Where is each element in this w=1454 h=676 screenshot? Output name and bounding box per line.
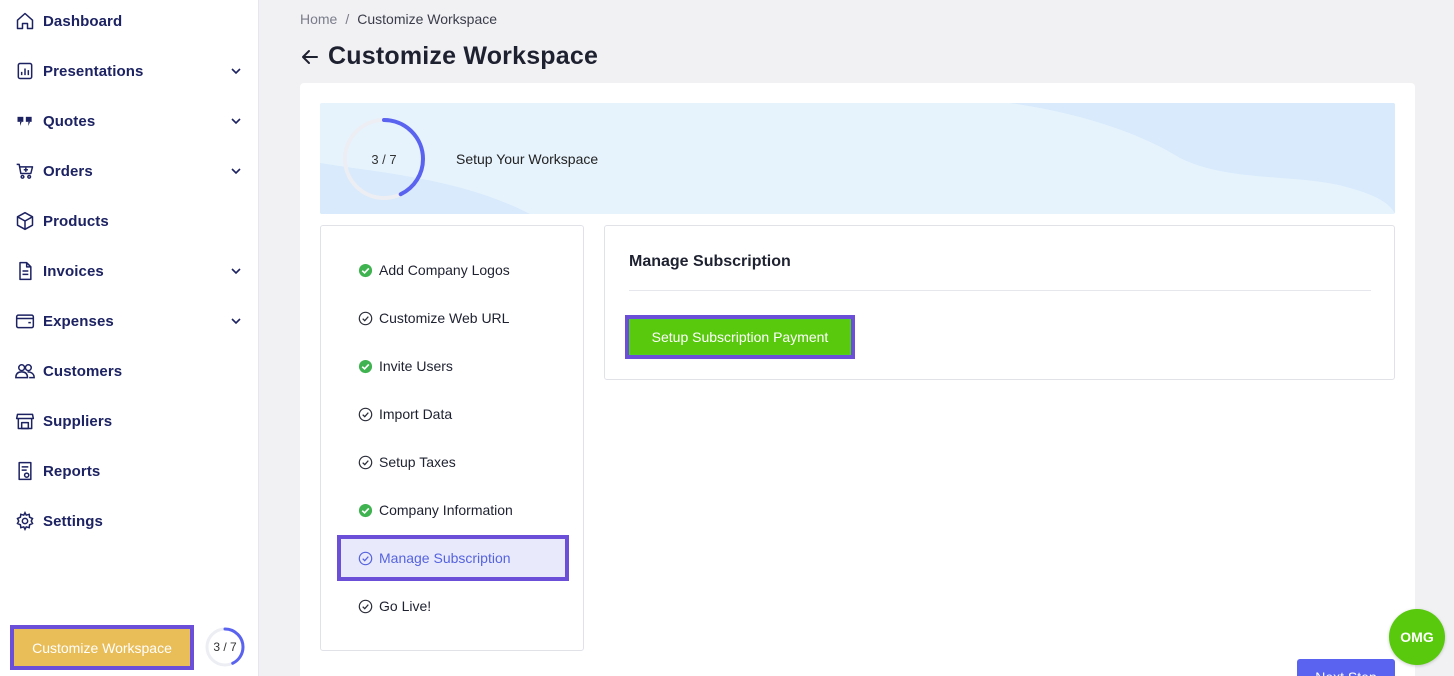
sidebar-item-quotes[interactable]: Quotes [0, 101, 259, 141]
setup-progress-text: 3 / 7 [371, 151, 397, 167]
breadcrumb-current: Customize Workspace [357, 11, 498, 27]
chevron-down-icon[interactable] [229, 264, 243, 278]
manage-subscription-panel: Manage Subscription Setup Subscription P… [604, 225, 1395, 380]
setup-subscription-payment-label: Setup Subscription Payment [630, 320, 850, 354]
breadcrumb: Home / Customize Workspace [300, 11, 497, 27]
workspace-progress-ring: 3 / 7 [204, 627, 246, 667]
sidebar: Dashboard Presentations Quotes Orders Pr… [0, 0, 259, 676]
sidebar-item-orders[interactable]: Orders [0, 151, 259, 191]
step-label: Manage Subscription [379, 550, 511, 566]
sidebar-item-reports[interactable]: Reports [0, 451, 259, 491]
step-label: Setup Taxes [379, 454, 456, 470]
gear-icon [14, 510, 36, 532]
check-filled-icon [357, 262, 373, 278]
workspace-card: 3 / 7 Setup Your Workspace Add Company L… [300, 83, 1415, 676]
next-step-button[interactable]: Next Step [1297, 659, 1395, 676]
back-arrow-icon[interactable] [300, 47, 320, 67]
step-customize-web-url[interactable]: Customize Web URL [341, 299, 565, 337]
step-label: Invite Users [379, 358, 453, 374]
customize-workspace-button[interactable]: Customize Workspace [10, 625, 194, 670]
step-go-live[interactable]: Go Live! [341, 587, 565, 625]
step-invite-users[interactable]: Invite Users [341, 347, 565, 385]
chevron-down-icon[interactable] [229, 64, 243, 78]
sidebar-item-expenses[interactable]: Expenses [0, 301, 259, 341]
sidebar-item-settings[interactable]: Settings [0, 501, 259, 541]
panel-heading: Manage Subscription [629, 253, 791, 270]
sidebar-item-label: Customers [43, 362, 123, 380]
setup-progress-ring: 3 / 7 [342, 117, 426, 201]
chevron-down-icon[interactable] [229, 114, 243, 128]
check-outline-icon [357, 406, 373, 422]
step-label: Company Information [379, 502, 513, 518]
step-setup-taxes[interactable]: Setup Taxes [341, 443, 565, 481]
sidebar-item-label: Dashboard [43, 12, 123, 30]
wallet-icon [14, 310, 36, 332]
step-manage-subscription[interactable]: Manage Subscription [337, 535, 569, 581]
report-icon [14, 460, 36, 482]
chevron-down-icon[interactable] [229, 164, 243, 178]
step-add-company-logos[interactable]: Add Company Logos [341, 251, 565, 289]
sidebar-item-label: Orders [43, 162, 93, 180]
sidebar-item-label: Suppliers [43, 412, 113, 430]
sidebar-item-label: Products [43, 212, 109, 230]
check-filled-icon [357, 358, 373, 374]
sidebar-item-dashboard[interactable]: Dashboard [0, 1, 259, 41]
chat-bubble-button[interactable]: OMG [1389, 609, 1445, 665]
sidebar-item-label: Reports [43, 462, 101, 480]
page-title: Customize Workspace [328, 42, 599, 70]
page-header: Customize Workspace [300, 42, 598, 71]
sidebar-item-label: Expenses [43, 312, 114, 330]
sidebar-item-invoices[interactable]: Invoices [0, 251, 259, 291]
step-label: Add Company Logos [379, 262, 510, 278]
check-outline-icon [357, 454, 373, 470]
sidebar-item-label: Presentations [43, 62, 144, 80]
box-icon [14, 210, 36, 232]
quote-icon [14, 110, 36, 132]
step-label: Customize Web URL [379, 310, 510, 326]
sidebar-item-suppliers[interactable]: Suppliers [0, 401, 259, 441]
chevron-down-icon[interactable] [229, 314, 243, 328]
panel-divider [629, 290, 1371, 291]
step-label: Import Data [379, 406, 453, 422]
step-label: Go Live! [379, 598, 432, 614]
sidebar-item-customers[interactable]: Customers [0, 351, 259, 391]
check-filled-icon [357, 502, 373, 518]
banner-title: Setup Your Workspace [456, 151, 599, 167]
setup-banner: 3 / 7 Setup Your Workspace [320, 103, 1395, 214]
check-outline-icon [357, 598, 373, 614]
cart-icon [14, 160, 36, 182]
step-company-information[interactable]: Company Information [341, 491, 565, 529]
step-import-data[interactable]: Import Data [341, 395, 565, 433]
workspace-progress-text: 3 / 7 [213, 640, 237, 654]
check-outline-icon [357, 550, 373, 566]
store-icon [14, 410, 36, 432]
sidebar-item-label: Settings [43, 512, 103, 530]
check-outline-icon [357, 310, 373, 326]
breadcrumb-separator: / [345, 11, 350, 27]
sidebar-item-presentations[interactable]: Presentations [0, 51, 259, 91]
home-icon [14, 10, 36, 32]
setup-subscription-payment-button[interactable]: Setup Subscription Payment [625, 315, 855, 359]
setup-steps-list: Add Company Logos Customize Web URL Invi… [320, 225, 584, 651]
sidebar-item-label: Quotes [43, 112, 96, 130]
sidebar-item-products[interactable]: Products [0, 201, 259, 241]
breadcrumb-home[interactable]: Home [300, 11, 337, 27]
document-icon [14, 260, 36, 282]
sidebar-item-label: Invoices [43, 262, 104, 280]
presentation-chart-icon [14, 60, 36, 82]
users-icon [14, 360, 36, 382]
